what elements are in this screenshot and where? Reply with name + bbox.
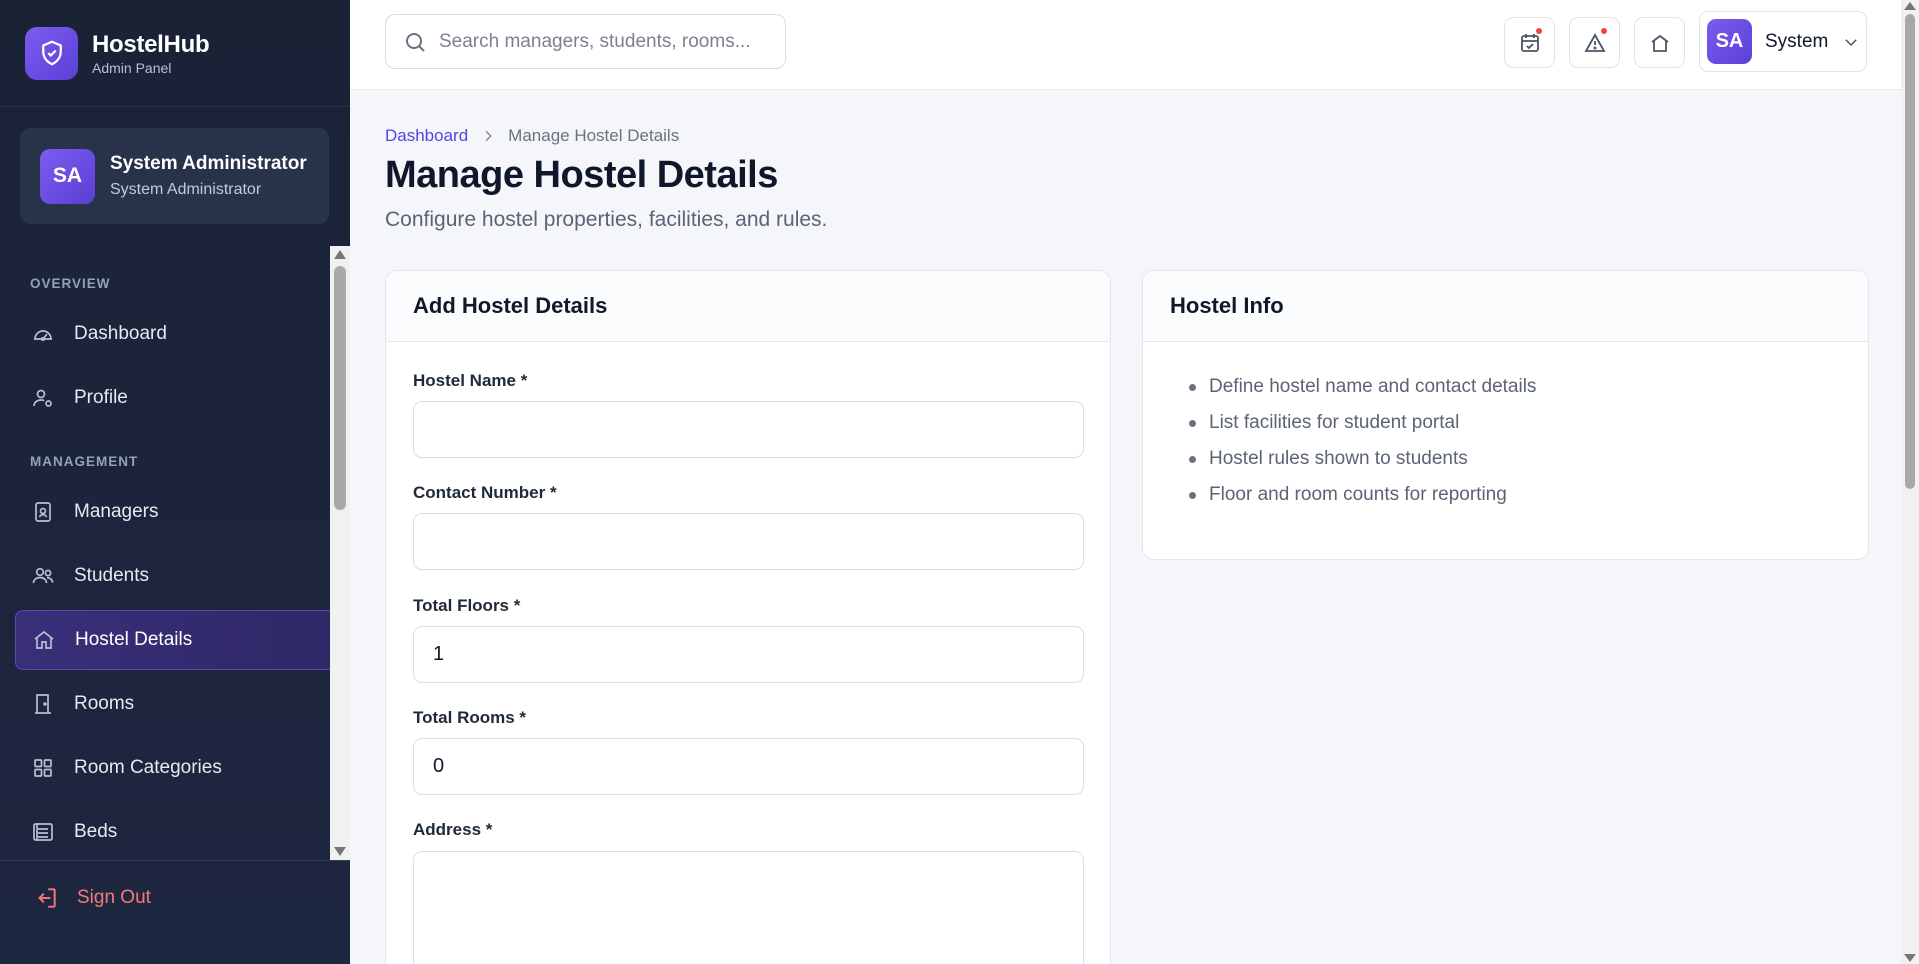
user-name: System Administrator xyxy=(110,153,307,174)
avatar: SA xyxy=(1707,19,1752,64)
notification-dot xyxy=(1536,28,1542,34)
sidebar-item-label: Managers xyxy=(74,501,159,522)
scroll-up-arrow-icon[interactable] xyxy=(334,250,346,259)
address-label: Address * xyxy=(413,820,493,839)
sidebar-item-label: Beds xyxy=(74,821,118,842)
info-card-title: Hostel Info xyxy=(1143,271,1868,342)
user-role: System Administrator xyxy=(110,181,262,198)
id-badge-icon xyxy=(30,499,56,525)
nav-section-management: MANAGEMENT xyxy=(30,454,139,469)
shield-logo-icon xyxy=(25,26,78,80)
sidebar-scrollbar[interactable] xyxy=(330,246,350,860)
search-input[interactable] xyxy=(439,30,779,53)
brand-title: HostelHub xyxy=(92,30,210,58)
profile-menu-button[interactable]: SA System xyxy=(1699,11,1867,72)
address-field[interactable] xyxy=(413,851,1084,964)
scrollbar-thumb[interactable] xyxy=(1905,14,1915,489)
scroll-down-arrow-icon[interactable] xyxy=(1904,954,1916,962)
page-title: Manage Hostel Details xyxy=(385,154,778,196)
sidebar-nav: OVERVIEW Dashboard Profile MANAGEMENT Ma… xyxy=(0,246,350,860)
calendar-check-icon xyxy=(1520,33,1539,52)
breadcrumb-link-dashboard[interactable]: Dashboard xyxy=(385,126,468,146)
breadcrumb: Dashboard Manage Hostel Details xyxy=(385,126,679,146)
brand: HostelHub Admin Panel xyxy=(0,0,350,107)
sidebar-item-beds[interactable]: Beds xyxy=(15,802,334,860)
sidebar-item-rooms[interactable]: Rooms xyxy=(15,674,334,734)
home-icon xyxy=(31,627,57,653)
list-item: List facilities for student portal xyxy=(1185,410,1868,446)
sidebar-item-label: Rooms xyxy=(74,693,135,714)
scroll-down-arrow-icon[interactable] xyxy=(334,847,346,856)
total-floors-label: Total Floors * xyxy=(413,596,521,615)
avatar: SA xyxy=(40,148,95,204)
warning-triangle-icon xyxy=(1583,32,1606,52)
breadcrumb-current: Manage Hostel Details xyxy=(508,126,680,145)
list-item: Hostel rules shown to students xyxy=(1185,446,1868,482)
list-item: Define hostel name and contact details xyxy=(1185,374,1868,410)
sidebar-item-hostel-details[interactable]: Hostel Details xyxy=(15,610,334,670)
add-hostel-form-card: Add Hostel Details Hostel Name * Contact… xyxy=(385,270,1111,964)
home-button[interactable] xyxy=(1634,17,1685,68)
sidebar-item-dashboard[interactable]: Dashboard xyxy=(15,304,334,364)
sidebar-item-label: Room Categories xyxy=(74,757,222,778)
sidebar-item-label: Students xyxy=(74,565,149,586)
total-rooms-label: Total Rooms * xyxy=(413,708,527,727)
hostel-name-label: Hostel Name * xyxy=(413,371,528,390)
scrollbar-thumb[interactable] xyxy=(334,266,346,510)
page-scrollbar[interactable] xyxy=(1901,0,1919,964)
notification-dot xyxy=(1601,28,1607,34)
bed-list-icon xyxy=(30,819,56,845)
search-icon xyxy=(406,32,425,52)
sidebar-item-profile[interactable]: Profile xyxy=(15,368,334,428)
gauge-icon xyxy=(30,321,56,347)
contact-number-label: Contact Number * xyxy=(413,483,557,502)
topbar: SA System xyxy=(350,0,1901,90)
sidebar-item-label: Profile xyxy=(74,387,128,408)
brand-subtitle: Admin Panel xyxy=(92,59,172,76)
grid-icon xyxy=(30,755,56,781)
sidebar-item-students[interactable]: Students xyxy=(15,546,334,606)
sign-out-label: Sign Out xyxy=(77,886,151,908)
sign-out-button[interactable]: Sign Out xyxy=(0,860,350,964)
calendar-check-button[interactable] xyxy=(1504,17,1555,68)
total-rooms-field[interactable] xyxy=(413,738,1084,795)
info-list: Define hostel name and contact details L… xyxy=(1143,342,1868,518)
nav-section-overview: OVERVIEW xyxy=(30,276,111,291)
hostel-name-field[interactable] xyxy=(413,401,1084,458)
sidebar-item-managers[interactable]: Managers xyxy=(15,482,334,542)
sidebar: HostelHub Admin Panel SA System Administ… xyxy=(0,0,350,964)
scroll-up-arrow-icon[interactable] xyxy=(1904,2,1916,10)
total-floors-field[interactable] xyxy=(413,626,1084,683)
list-item: Floor and room counts for reporting xyxy=(1185,482,1868,518)
sidebar-item-room-categories[interactable]: Room Categories xyxy=(15,738,334,798)
alert-button[interactable] xyxy=(1569,17,1620,68)
sidebar-item-label: Hostel Details xyxy=(75,629,193,650)
contact-number-field[interactable] xyxy=(413,513,1084,570)
user-card: SA System Administrator System Administr… xyxy=(20,128,329,224)
hostel-info-card: Hostel Info Define hostel name and conta… xyxy=(1142,270,1869,560)
sign-out-icon xyxy=(38,887,56,908)
users-icon xyxy=(30,563,56,589)
user-gear-icon xyxy=(30,385,56,411)
main-content: Dashboard Manage Hostel Details Manage H… xyxy=(385,90,1885,964)
chevron-right-icon xyxy=(485,130,492,142)
home-icon xyxy=(1650,34,1669,52)
form-card-title: Add Hostel Details xyxy=(386,271,1110,342)
door-icon xyxy=(30,691,56,717)
page-subtitle: Configure hostel properties, facilities,… xyxy=(385,208,828,231)
profile-name: System xyxy=(1765,30,1829,52)
search-box[interactable] xyxy=(385,14,786,69)
chevron-down-icon xyxy=(1845,38,1858,46)
sidebar-item-label: Dashboard xyxy=(74,323,167,344)
